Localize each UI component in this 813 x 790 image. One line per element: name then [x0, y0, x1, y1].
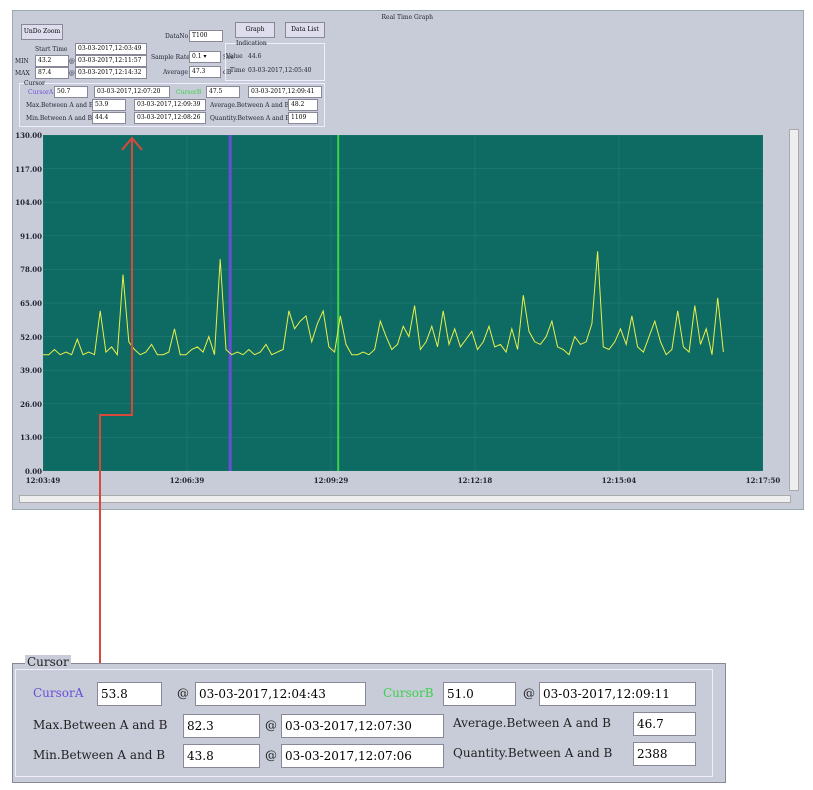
max-between-time[interactable]: 03-03-2017,12:07:30 — [281, 714, 444, 738]
avg-between-value[interactable]: 46.7 — [633, 712, 696, 736]
qty-between-value[interactable]: 2388 — [633, 742, 696, 766]
cursor-a-value[interactable]: 53.8 — [97, 682, 162, 706]
min-between-label: Min.Between A and B — [33, 748, 166, 762]
at-label: @ — [265, 748, 277, 762]
at-label: @ — [265, 718, 277, 732]
cursor-panel-zoomed: Cursor CursorA 53.8 @ 03-03-2017,12:04:4… — [12, 655, 726, 783]
at-label: @ — [177, 686, 189, 700]
cursor-b-value[interactable]: 51.0 — [443, 682, 516, 706]
cursor-b-label: CursorB — [383, 686, 434, 700]
min-between-value[interactable]: 43.8 — [183, 744, 260, 768]
cursor-title: Cursor — [25, 655, 71, 669]
qty-between-label: Quantity.Between A and B — [453, 746, 613, 760]
avg-between-label: Average.Between A and B — [453, 716, 611, 730]
min-between-time[interactable]: 03-03-2017,12:07:06 — [281, 744, 444, 768]
cursor-a-time[interactable]: 03-03-2017,12:04:43 — [195, 682, 366, 706]
at-label: @ — [523, 686, 535, 700]
max-between-value[interactable]: 82.3 — [183, 714, 260, 738]
cursor-a-label: CursorA — [33, 686, 84, 700]
max-between-label: Max.Between A and B — [33, 718, 168, 732]
cursor-b-time[interactable]: 03-03-2017,12:09:11 — [539, 682, 696, 706]
